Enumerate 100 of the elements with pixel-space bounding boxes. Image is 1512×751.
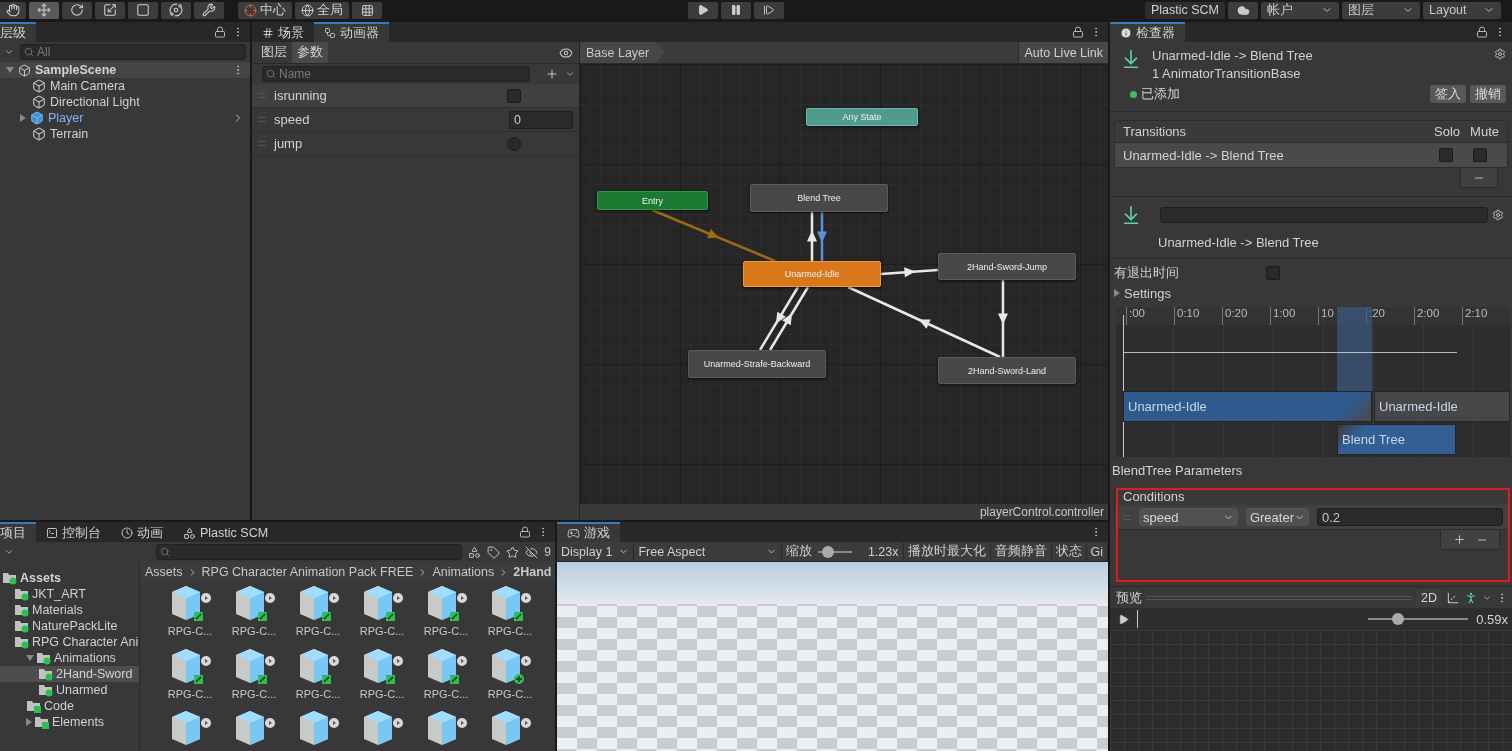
folder-row[interactable]: Materials: [0, 602, 139, 618]
breadcrumb-item[interactable]: RPG Character Animation Pack FREE: [201, 565, 414, 579]
transition-arrow[interactable]: [807, 212, 817, 261]
clip-bar[interactable]: Unarmed-Idle: [1123, 391, 1372, 422]
panel-tab[interactable]: 场景: [252, 22, 314, 42]
action-button[interactable]: 撤销: [1470, 85, 1506, 103]
play-icon: [1118, 613, 1129, 625]
lock-icon: [1476, 26, 1488, 38]
expand-arrow-icon[interactable]: [1114, 289, 1120, 297]
breadcrumb-item[interactable]: Assets: [145, 565, 183, 579]
exit-time-checkbox[interactable]: [1266, 266, 1280, 280]
action-button[interactable]: 签入: [1430, 85, 1466, 103]
folder-row[interactable]: JKT_ART: [0, 586, 139, 602]
controller-filename: playerControl.controller: [979, 505, 1104, 519]
scene-row[interactable]: SampleScene: [0, 62, 250, 78]
threshold-field[interactable]: 0.2: [1317, 508, 1503, 526]
panel-tab[interactable]: 控制台: [36, 522, 111, 542]
preview-speed-thumb[interactable]: [1392, 613, 1405, 625]
hierarchy-item[interactable]: Directional Light: [0, 94, 250, 110]
scale-slider-thumb[interactable]: [822, 545, 835, 558]
remove-button[interactable]: [1460, 168, 1498, 188]
state-node[interactable]: 2Hand-Sword-Land: [938, 357, 1076, 384]
tool-button[interactable]: [29, 1, 59, 19]
layers-dropdown[interactable]: 图层: [1342, 1, 1420, 19]
auto-live-link-button[interactable]: Auto Live Link: [1018, 42, 1108, 63]
trigger-radio[interactable]: [507, 136, 521, 151]
breadcrumb-item[interactable]: 2Hand: [513, 565, 552, 579]
folder-icon: [36, 651, 52, 665]
tool-button[interactable]: [62, 1, 92, 19]
solo-checkbox[interactable]: [1439, 148, 1453, 162]
prefab-cube-icon: [30, 111, 44, 125]
search-field[interactable]: All: [20, 44, 246, 60]
folder-row[interactable]: RPG Character Ani: [0, 634, 139, 650]
folder-row[interactable]: Code: [0, 698, 139, 714]
tool-button[interactable]: [95, 1, 125, 19]
hierarchy-item[interactable]: Terrain: [0, 126, 250, 142]
name-field[interactable]: [1160, 207, 1488, 223]
transition-timeline[interactable]: :00 0:10 0:20 1:00 10 :20 2:00 2:10 Unarmed-Idle Unarmed-Idle Blend Tree: [1116, 307, 1510, 457]
folder-row[interactable]: Elements: [0, 714, 139, 730]
clip-bar[interactable]: Blend Tree: [1337, 424, 1456, 455]
transition-row[interactable]: Unarmed-Idle -> Blend Tree: [1115, 143, 1507, 167]
pause-button[interactable]: [721, 1, 751, 19]
inspector-tab[interactable]: 检查器: [1110, 22, 1185, 42]
tool-button[interactable]: [0, 1, 26, 19]
eye-icon: [559, 45, 573, 60]
state-node[interactable]: Entry: [597, 191, 708, 210]
drag-handle-icon[interactable]: [258, 141, 266, 146]
plastic-scm-button[interactable]: Plastic SCM: [1144, 1, 1225, 19]
panel-tab[interactable]: Plastic SCM: [173, 522, 279, 542]
mode-dropdown[interactable]: Greater: [1245, 508, 1309, 526]
asset-label: RPG-C...: [487, 625, 533, 637]
scale-icon: [103, 3, 117, 17]
parameter-name: isrunning: [274, 88, 328, 103]
drag-handle-icon[interactable]: [258, 117, 266, 122]
folder-row[interactable]: Unarmed: [0, 682, 139, 698]
add-remove-buttons[interactable]: [1440, 530, 1500, 550]
layout-dropdown[interactable]: Layout: [1423, 1, 1501, 19]
parameter-dropdown[interactable]: speed: [1139, 508, 1238, 526]
value-field[interactable]: 0: [509, 110, 573, 129]
game-tab[interactable]: 游戏: [557, 522, 620, 542]
tool-button[interactable]: [128, 1, 158, 19]
mute-checkbox[interactable]: [1473, 148, 1487, 162]
hierarchy-tab[interactable]: 层级: [0, 22, 36, 42]
state-node[interactable]: Unarmed-Strafe-Backward: [688, 350, 826, 378]
hierarchy-item[interactable]: Main Camera: [0, 78, 250, 94]
state-node[interactable]: 2Hand-Sword-Jump: [938, 253, 1076, 280]
panel-tab[interactable]: 动画器: [314, 22, 389, 42]
console-icon: [46, 527, 58, 539]
step-button[interactable]: [754, 1, 784, 19]
mode-2d-button[interactable]: 2D: [1416, 588, 1442, 607]
layer-breadcrumb[interactable]: Base Layer: [580, 42, 666, 63]
account-dropdown[interactable]: 帐户: [1261, 1, 1339, 19]
hierarchy-item[interactable]: Player: [0, 110, 250, 126]
state-node[interactable]: Blend Tree: [750, 184, 888, 212]
transition-arrow[interactable]: [880, 267, 939, 278]
settings-foldout[interactable]: Settings: [1124, 285, 1171, 301]
bool-checkbox[interactable]: [507, 88, 521, 103]
folder-row[interactable]: 2Hand-Sword: [0, 666, 139, 682]
search-field[interactable]: [156, 544, 463, 560]
space-button[interactable]: 全局: [295, 1, 349, 19]
search-field[interactable]: Name: [262, 66, 530, 82]
panel-tab[interactable]: 项目: [0, 522, 36, 542]
scale-reading: 1.23x: [867, 544, 899, 559]
subtab[interactable]: 参数: [292, 42, 328, 63]
expand-arrow-icon[interactable]: [6, 67, 14, 73]
tool-button[interactable]: [161, 1, 191, 19]
tool-button[interactable]: [194, 1, 224, 19]
transition-title: Unarmed-Idle -> Blend Tree: [1152, 48, 1314, 63]
folder-icon: [38, 683, 54, 697]
pivot-button[interactable]: 中心: [238, 1, 292, 19]
clip-bar[interactable]: Unarmed-Idle: [1374, 391, 1510, 422]
panel-tab[interactable]: 动画: [111, 522, 173, 542]
snap-button[interactable]: [352, 1, 382, 19]
subtab[interactable]: 图层: [256, 42, 292, 63]
folder-row[interactable]: NaturePackLite: [0, 618, 139, 634]
transition-arrow[interactable]: [998, 280, 1008, 357]
breadcrumb-item[interactable]: Animations: [432, 565, 495, 579]
play-button[interactable]: [688, 1, 718, 19]
cloud-button[interactable]: [1228, 1, 1258, 19]
folder-row[interactable]: Assets: [0, 570, 139, 586]
